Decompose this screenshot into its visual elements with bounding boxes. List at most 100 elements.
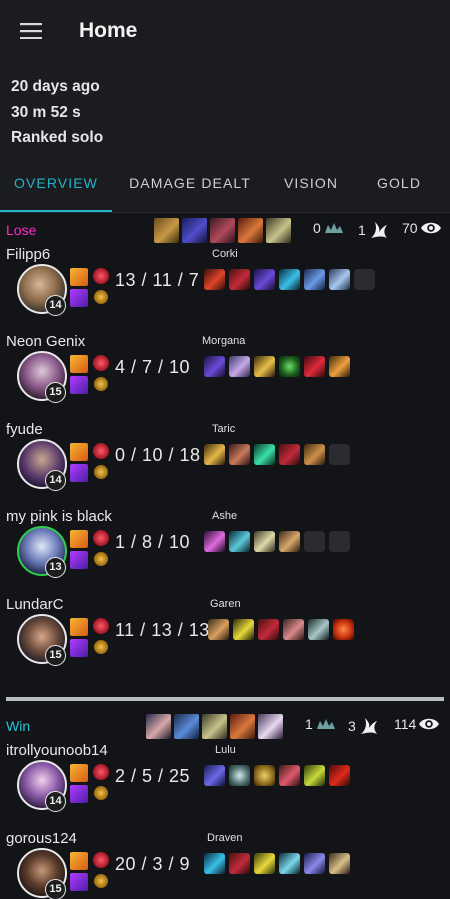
summoner-spell-ignite-icon (70, 851, 88, 870)
item-icon[interactable] (329, 765, 350, 786)
summoner-spell-ignite-icon (70, 442, 88, 461)
tab-overview[interactable]: OVERVIEW (0, 161, 112, 212)
item-icon[interactable] (279, 531, 300, 552)
ward-count-value: 114 (394, 716, 417, 732)
item-icon[interactable] (279, 443, 300, 465)
ban-champion-icon (202, 714, 227, 739)
item-icon[interactable] (229, 765, 250, 786)
dragon-count-value: 1 (358, 221, 366, 238)
tower-count-value: 1 (305, 716, 313, 732)
champion-level-badge: 14 (45, 791, 66, 812)
item-icon[interactable] (279, 765, 300, 786)
item-icon[interactable] (229, 531, 250, 552)
item-icon[interactable] (329, 268, 350, 290)
item-icon[interactable] (204, 531, 225, 552)
item-icon[interactable] (304, 765, 325, 786)
item-icon[interactable] (329, 852, 350, 874)
secondary-rune-icon (93, 288, 109, 305)
item-icon[interactable] (329, 356, 350, 377)
item-build (204, 268, 375, 290)
ban-champion-icon (266, 217, 291, 243)
kda-text: 13 / 11 / 7 (115, 269, 200, 290)
item-icon[interactable] (279, 268, 300, 290)
summoner-spell-flash-icon (70, 551, 88, 569)
player-row[interactable]: Filipp6 Corki 14 13 / 11 / 7 (0, 246, 450, 334)
item-icon[interactable] (283, 618, 304, 640)
player-row[interactable]: fyude Taric 14 0 / 10 / 18 (0, 421, 450, 509)
item-icon[interactable] (229, 852, 250, 874)
hamburger-menu-icon[interactable] (0, 0, 62, 62)
player-row[interactable]: LundarC Garen 15 11 / 13 / 13 (0, 596, 450, 684)
item-icon[interactable] (279, 852, 300, 874)
item-icon[interactable] (254, 531, 275, 552)
ban-champion-icon (258, 714, 283, 739)
ban-champion-icon (146, 714, 171, 739)
tab-damage-dealt[interactable]: DAMAGE DEALT (112, 161, 268, 212)
item-icon[interactable] (304, 356, 325, 377)
item-icon[interactable] (233, 618, 254, 640)
keystone-rune-icon (93, 442, 109, 459)
empty-item-slot (329, 531, 350, 552)
keystone-rune-icon (93, 530, 109, 546)
item-icon[interactable] (229, 443, 250, 465)
ban-champion-icon (230, 714, 255, 739)
ward-count: 114 (394, 716, 440, 732)
kda-text: 2 / 5 / 25 (115, 766, 191, 786)
player-name[interactable]: itrollyounoob14 (6, 742, 108, 759)
dragon-count: 1 (358, 220, 390, 240)
player-row[interactable]: Neon Genix Morgana 15 4 / 7 / 10 (0, 333, 450, 421)
item-icon[interactable] (308, 618, 329, 640)
secondary-rune-icon (93, 872, 109, 889)
item-icon[interactable] (304, 443, 325, 465)
player-row[interactable]: gorous124 Draven 15 20 / 3 / 9 (0, 830, 450, 899)
item-icon[interactable] (204, 852, 225, 874)
tower-count: 1 (305, 716, 337, 732)
summoner-spell-ignite-icon (70, 530, 88, 548)
item-icon[interactable] (254, 852, 275, 874)
champion-level-badge: 15 (45, 382, 66, 403)
item-icon[interactable] (333, 618, 354, 640)
result-label: Win (6, 718, 31, 734)
tower-icon (316, 719, 335, 729)
item-icon[interactable] (254, 268, 275, 290)
kda-text: 4 / 7 / 10 (115, 357, 191, 377)
item-icon[interactable] (304, 852, 325, 874)
item-icon[interactable] (204, 268, 225, 290)
tab-vision[interactable]: VISION (268, 161, 354, 212)
item-icon[interactable] (204, 765, 225, 786)
player-name[interactable]: Filipp6 (6, 246, 50, 263)
page-title: Home (79, 19, 138, 42)
item-icon[interactable] (254, 765, 275, 786)
eye-icon (420, 222, 441, 233)
player-row[interactable]: itrollyounoob14 Lulu 14 2 / 5 / 25 (0, 742, 450, 830)
player-name[interactable]: LundarC (6, 596, 64, 613)
item-icon[interactable] (304, 268, 325, 290)
player-row[interactable]: my pink is black Ashe 13 1 / 8 / 10 (0, 508, 450, 596)
item-icon[interactable] (258, 618, 279, 640)
keystone-rune-icon (93, 355, 109, 371)
item-icon[interactable] (204, 356, 225, 377)
item-build (204, 765, 350, 786)
item-icon[interactable] (208, 618, 229, 640)
item-icon[interactable] (229, 356, 250, 377)
match-meta: 20 days ago 30 m 52 s Ranked solo (0, 62, 450, 161)
champion-level-badge: 14 (45, 469, 66, 491)
item-icon[interactable] (254, 443, 275, 465)
empty-item-slot (304, 531, 325, 552)
item-icon[interactable] (204, 443, 225, 465)
champion-name: Garen (210, 597, 241, 610)
player-name[interactable]: fyude (6, 421, 43, 438)
player-name[interactable]: Neon Genix (6, 333, 85, 350)
summoner-spell-flash-icon (70, 376, 88, 394)
summoner-spell-flash-icon (70, 463, 88, 482)
dragon-icon (370, 221, 387, 238)
secondary-rune-icon (93, 551, 109, 567)
keystone-rune-icon (93, 764, 109, 780)
player-name[interactable]: my pink is black (6, 508, 112, 525)
item-icon[interactable] (229, 268, 250, 290)
item-icon[interactable] (254, 356, 275, 377)
item-icon[interactable] (279, 356, 300, 377)
tab-gold[interactable]: GOLD (354, 161, 444, 212)
player-name[interactable]: gorous124 (6, 830, 77, 847)
champion-name: Lulu (215, 744, 236, 756)
